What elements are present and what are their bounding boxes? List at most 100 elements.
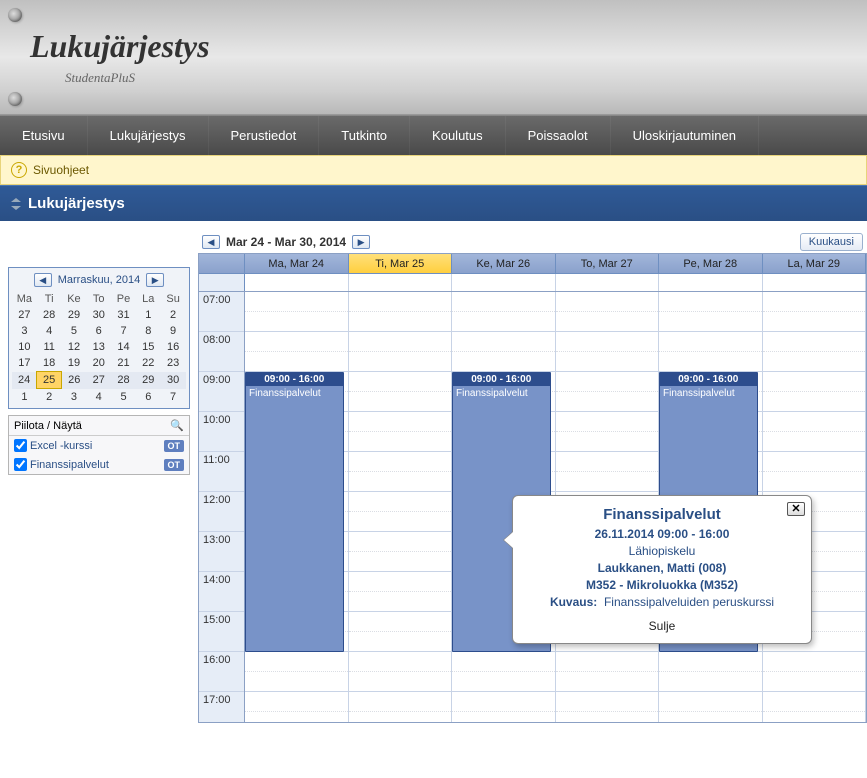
range-prev-button[interactable]: ◀ <box>202 235 220 249</box>
mini-cal-day[interactable]: 27 <box>86 372 111 389</box>
mini-cal-day[interactable]: 24 <box>12 372 37 389</box>
mini-cal-day[interactable]: 30 <box>86 307 111 323</box>
mini-cal-day[interactable]: 31 <box>111 307 136 323</box>
calendar-grid: Ma, Mar 24Ti, Mar 25Ke, Mar 26To, Mar 27… <box>198 253 867 723</box>
allday-cell[interactable] <box>452 274 556 291</box>
mini-cal-next-button[interactable]: ▶ <box>146 273 164 287</box>
view-month-button[interactable]: Kuukausi <box>800 233 863 251</box>
popup-arrow-icon <box>504 532 513 548</box>
mini-cal-prev-button[interactable]: ◀ <box>34 273 52 287</box>
time-gutter: 07:0008:0009:0010:0011:0012:0013:0014:00… <box>199 292 245 722</box>
mini-cal-day-header: Ke <box>62 291 87 307</box>
event-title: Finanssipalvelut <box>453 386 550 401</box>
time-label: 15:00 <box>199 612 244 652</box>
day-header[interactable]: Ma, Mar 24 <box>245 254 349 273</box>
allday-cell[interactable] <box>556 274 660 291</box>
mini-cal-day[interactable]: 27 <box>12 307 37 323</box>
day-header[interactable]: Ti, Mar 25 <box>349 254 453 273</box>
time-label: 08:00 <box>199 332 244 372</box>
mini-cal-grid: MaTiKeToPeLaSu 2728293031123456789101112… <box>12 291 186 405</box>
range-next-button[interactable]: ▶ <box>352 235 370 249</box>
panel-title: Lukujärjestys <box>28 195 125 212</box>
day-column[interactable] <box>349 292 453 722</box>
allday-cell[interactable] <box>245 274 349 291</box>
filter-checkbox[interactable] <box>14 458 27 471</box>
mini-cal-day[interactable]: 7 <box>161 389 186 406</box>
mini-cal-day-header: Su <box>161 291 186 307</box>
mini-cal-day[interactable]: 7 <box>111 323 136 339</box>
nav-lukujarjestys[interactable]: Lukujärjestys <box>88 116 209 156</box>
mini-cal-day[interactable]: 14 <box>111 339 136 355</box>
event-popup: ✕ Finanssipalvelut 26.11.2014 09:00 - 16… <box>512 495 812 644</box>
popup-close-link[interactable]: Sulje <box>527 619 797 633</box>
mini-cal-header: ◀ Marraskuu, 2014 ▶ <box>12 271 186 289</box>
mini-cal-day[interactable]: 16 <box>161 339 186 355</box>
day-header[interactable]: Pe, Mar 28 <box>659 254 763 273</box>
filter-header: Piilota / Näytä 🔍 <box>9 416 189 436</box>
mini-cal-day[interactable]: 26 <box>62 372 87 389</box>
allday-cell[interactable] <box>659 274 763 291</box>
mini-cal-day[interactable]: 1 <box>12 389 37 406</box>
filter-item[interactable]: Excel -kurssi <box>14 439 92 452</box>
app-header: Lukujärjestys StudentaPluS <box>0 0 867 115</box>
mini-cal-day[interactable]: 6 <box>86 323 111 339</box>
day-header[interactable]: To, Mar 27 <box>556 254 660 273</box>
mini-cal-day[interactable]: 1 <box>136 307 161 323</box>
mini-cal-day[interactable]: 15 <box>136 339 161 355</box>
mini-cal-day[interactable]: 21 <box>111 355 136 372</box>
mini-cal-day[interactable]: 5 <box>62 323 87 339</box>
mini-cal-day[interactable]: 12 <box>62 339 87 355</box>
mini-cal-day[interactable]: 11 <box>37 339 62 355</box>
mini-cal-day[interactable]: 9 <box>161 323 186 339</box>
popup-close-button[interactable]: ✕ <box>787 502 805 516</box>
filter-item[interactable]: Finanssipalvelut <box>14 458 109 471</box>
filter-panel: Piilota / Näytä 🔍 Excel -kurssi OT Finanss… <box>8 415 190 475</box>
mini-cal-day[interactable]: 13 <box>86 339 111 355</box>
mini-cal-day[interactable]: 5 <box>111 389 136 406</box>
mini-cal-day[interactable]: 4 <box>37 323 62 339</box>
filter-row: Excel -kurssi OT <box>9 436 189 455</box>
calendar-event[interactable]: 09:00 - 16:00Finanssipalvelut <box>245 372 344 652</box>
mini-cal-day[interactable]: 25 <box>37 372 62 389</box>
nav-perustiedot[interactable]: Perustiedot <box>209 116 320 156</box>
search-icon[interactable]: 🔍 <box>170 419 184 432</box>
filter-label: Finanssipalvelut <box>30 459 109 471</box>
mini-cal-day[interactable]: 2 <box>161 307 186 323</box>
nav-tutkinto[interactable]: Tutkinto <box>319 116 410 156</box>
mini-cal-day[interactable]: 28 <box>37 307 62 323</box>
filter-badge[interactable]: OT <box>164 459 185 471</box>
nav-poissaolot[interactable]: Poissaolot <box>506 116 611 156</box>
mini-cal-day[interactable]: 19 <box>62 355 87 372</box>
mini-cal-day[interactable]: 2 <box>37 389 62 406</box>
mini-cal-day[interactable]: 20 <box>86 355 111 372</box>
mini-cal-day[interactable]: 4 <box>86 389 111 406</box>
filter-checkbox[interactable] <box>14 439 27 452</box>
mini-cal-day[interactable]: 17 <box>12 355 37 372</box>
mini-cal-day[interactable]: 28 <box>111 372 136 389</box>
mini-cal-day[interactable]: 3 <box>62 389 87 406</box>
mini-cal-day[interactable]: 3 <box>12 323 37 339</box>
app-title: Lukujärjestys <box>30 28 210 65</box>
mini-calendar: ◀ Marraskuu, 2014 ▶ MaTiKeToPeLaSu 27282… <box>8 267 190 409</box>
panel-header[interactable]: Lukujärjestys <box>0 185 867 221</box>
mini-cal-day[interactable]: 29 <box>62 307 87 323</box>
nav-uloskirjautuminen[interactable]: Uloskirjautuminen <box>611 116 759 156</box>
allday-cell[interactable] <box>349 274 453 291</box>
hint-bar[interactable]: ? Sivuohjeet <box>0 155 867 185</box>
mini-cal-day[interactable]: 18 <box>37 355 62 372</box>
mini-cal-day[interactable]: 30 <box>161 372 186 389</box>
mini-cal-day[interactable]: 6 <box>136 389 161 406</box>
mini-cal-title[interactable]: Marraskuu, 2014 <box>58 274 141 286</box>
allday-cell[interactable] <box>763 274 867 291</box>
mini-cal-day[interactable]: 8 <box>136 323 161 339</box>
mini-cal-day[interactable]: 29 <box>136 372 161 389</box>
mini-cal-day[interactable]: 10 <box>12 339 37 355</box>
day-header[interactable]: La, Mar 29 <box>763 254 867 273</box>
day-header[interactable]: Ke, Mar 26 <box>452 254 556 273</box>
mini-cal-day[interactable]: 23 <box>161 355 186 372</box>
filter-badge[interactable]: OT <box>164 440 185 452</box>
day-column[interactable]: 09:00 - 16:00Finanssipalvelut <box>245 292 349 722</box>
nav-etusivu[interactable]: Etusivu <box>0 116 88 156</box>
nav-koulutus[interactable]: Koulutus <box>410 116 506 156</box>
mini-cal-day[interactable]: 22 <box>136 355 161 372</box>
